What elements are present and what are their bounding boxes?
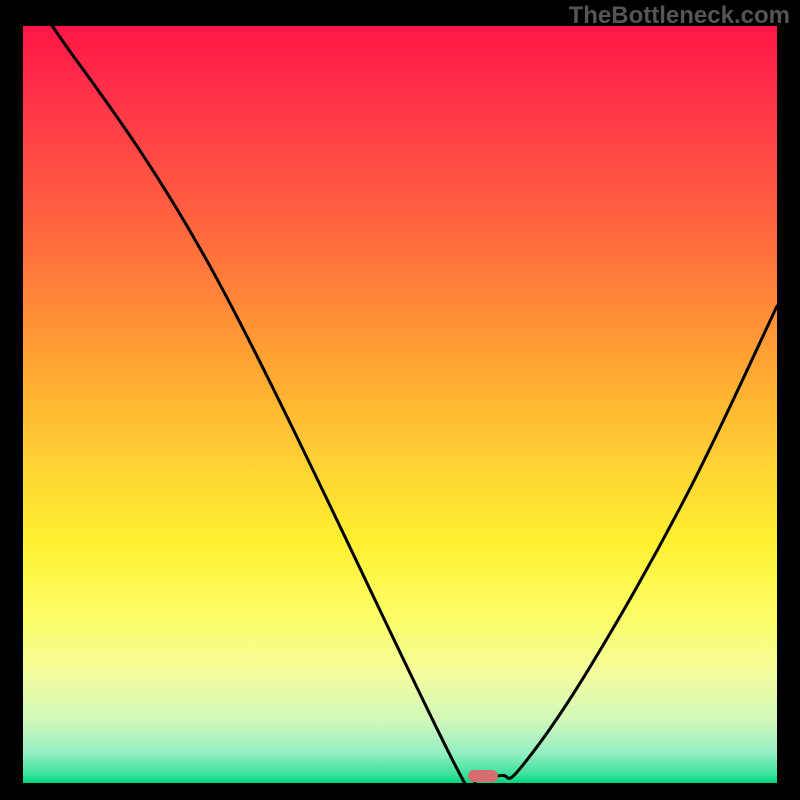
optimal-marker [468, 770, 498, 782]
plot-area [23, 26, 777, 783]
chart-container: TheBottleneck.com [0, 0, 800, 800]
bottleneck-curve [52, 26, 777, 783]
watermark-text: TheBottleneck.com [569, 2, 790, 30]
curve-svg [23, 26, 777, 783]
